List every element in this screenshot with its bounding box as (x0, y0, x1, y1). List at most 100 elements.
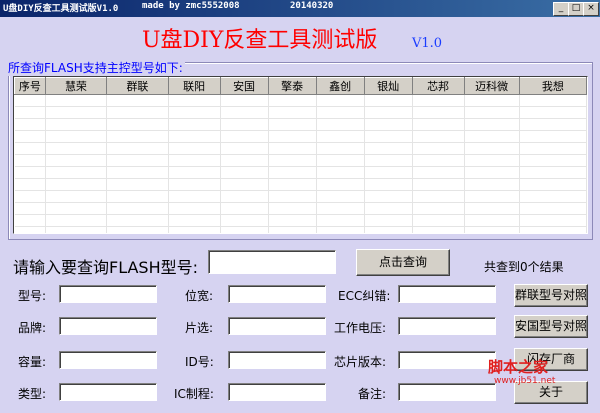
table-cell (316, 202, 365, 215)
table-cell (14, 154, 46, 167)
ic-process-field[interactable] (228, 383, 326, 401)
table-cell (45, 118, 108, 131)
table-cell (14, 142, 46, 155)
column-header[interactable]: 芯邦 (411, 77, 465, 95)
table-cell (14, 118, 46, 131)
table-cell (45, 130, 108, 143)
table-cell (14, 190, 46, 203)
table-cell (519, 142, 587, 155)
table-cell (316, 106, 365, 119)
table-row[interactable] (14, 142, 587, 155)
table-cell (14, 130, 46, 143)
controller-list[interactable]: 序号 慧荣 群联 联阳 安国 擎泰 鑫创 银灿 芯邦 迈科微 我想 (13, 76, 588, 234)
table-cell (464, 226, 520, 233)
query-button[interactable]: 点击查询 (356, 249, 450, 276)
table-row[interactable] (14, 166, 587, 179)
model-field[interactable] (59, 285, 157, 303)
capacity-label: 容量: (18, 355, 47, 369)
remark-field[interactable] (398, 383, 496, 401)
chip-version-field[interactable] (398, 351, 496, 369)
table-row[interactable] (14, 94, 587, 107)
width-field[interactable] (228, 285, 326, 303)
table-cell (45, 214, 108, 227)
id-label: ID号: (185, 355, 214, 369)
column-header[interactable]: 安国 (219, 77, 269, 95)
table-cell (220, 214, 269, 227)
table-cell (364, 142, 413, 155)
minimize-icon[interactable]: _ (553, 2, 569, 16)
column-header[interactable]: 鑫创 (315, 77, 365, 95)
table-cell (519, 190, 587, 203)
column-header[interactable]: 我想 (518, 77, 587, 95)
table-row[interactable] (14, 214, 587, 227)
table-cell (14, 202, 46, 215)
ecc-field[interactable] (398, 285, 496, 303)
id-field[interactable] (228, 351, 326, 369)
table-cell (316, 154, 365, 167)
close-icon[interactable]: × (583, 2, 599, 16)
table-row[interactable] (14, 202, 587, 215)
chip-select-field[interactable] (228, 317, 326, 335)
column-header[interactable]: 擎泰 (267, 77, 317, 95)
column-header[interactable]: 序号 (14, 77, 46, 95)
table-cell (106, 94, 169, 107)
app-version: V1.0 (412, 36, 443, 51)
table-cell (268, 202, 317, 215)
table-cell (106, 178, 169, 191)
result-count: 共查到0个结果 (484, 260, 564, 274)
maximize-icon[interactable]: □ (568, 2, 584, 16)
table-cell (412, 166, 465, 179)
remark-label: 备注: (358, 387, 387, 401)
table-row[interactable] (14, 226, 587, 233)
table-cell (464, 178, 520, 191)
table-cell (316, 226, 365, 233)
type-field[interactable] (59, 383, 157, 401)
voltage-label: 工作电压: (334, 321, 387, 335)
table-cell (106, 190, 169, 203)
app-window: U盘DIY反查工具测试版 V1.0 made by zmc5552008 2014… (0, 0, 600, 413)
column-header[interactable]: 群联 (106, 77, 169, 95)
voltage-field[interactable] (398, 317, 496, 335)
table-cell (45, 154, 108, 167)
table-cell (316, 94, 365, 107)
table-row[interactable] (14, 190, 587, 203)
author-text: made by zmc5552008 (142, 1, 240, 11)
table-row[interactable] (14, 118, 587, 131)
table-cell (519, 178, 587, 191)
table-row[interactable] (14, 130, 587, 143)
table-cell (464, 94, 520, 107)
app-title: U盘DIY反查工具测试版 (142, 28, 378, 53)
list-body (14, 94, 587, 233)
table-row[interactable] (14, 106, 587, 119)
table-cell (364, 178, 413, 191)
table-cell (464, 190, 520, 203)
brand-label: 品牌: (18, 321, 47, 335)
column-header[interactable]: 迈科微 (463, 77, 520, 95)
table-cell (106, 154, 169, 167)
table-cell (412, 118, 465, 131)
column-header[interactable]: 银灿 (363, 77, 413, 95)
table-row[interactable] (14, 154, 587, 167)
table-cell (220, 130, 269, 143)
table-cell (464, 106, 520, 119)
table-cell (412, 190, 465, 203)
table-row[interactable] (14, 178, 587, 191)
table-cell (519, 130, 587, 143)
table-cell (45, 94, 108, 107)
table-cell (106, 142, 169, 155)
table-cell (45, 166, 108, 179)
date-text: 20140320 (290, 1, 334, 11)
column-header[interactable]: 慧荣 (44, 77, 108, 95)
column-header[interactable]: 联阳 (167, 77, 221, 95)
table-cell (45, 226, 108, 233)
alcor-model-compare-button[interactable]: 安国型号对照 (514, 315, 588, 338)
table-cell (106, 166, 169, 179)
capacity-field[interactable] (59, 351, 157, 369)
brand-field[interactable] (59, 317, 157, 335)
table-cell (412, 178, 465, 191)
table-cell (168, 106, 221, 119)
title-bar: U盘DIY反查工具测试版V1.0 made by zmc5552008 2014… (0, 0, 600, 17)
phison-model-compare-button[interactable]: 群联型号对照 (514, 284, 588, 307)
table-cell (220, 178, 269, 191)
flash-model-input[interactable] (208, 250, 336, 274)
